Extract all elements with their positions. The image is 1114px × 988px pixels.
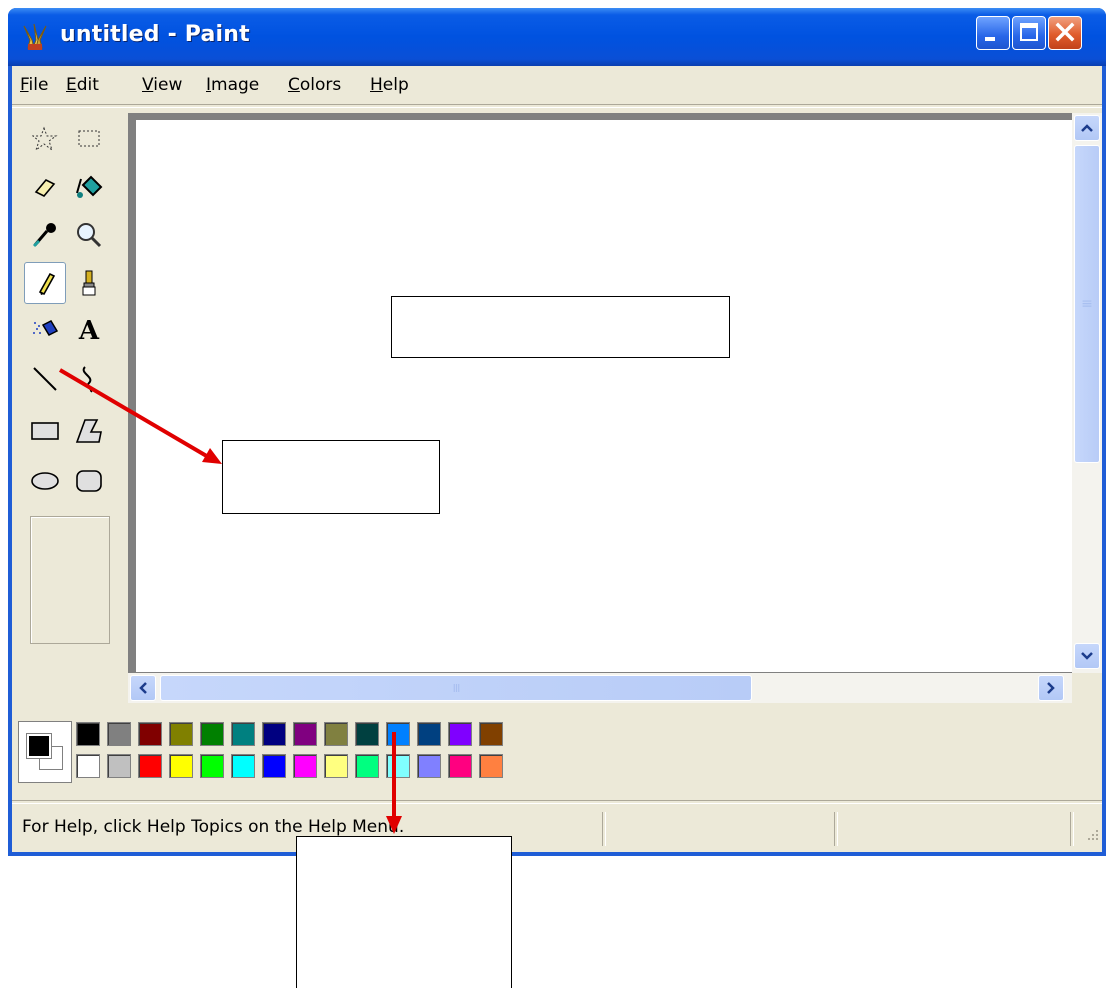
annotation-arrow-palette	[386, 732, 402, 834]
annotation-arrows	[58, 368, 402, 834]
annotation-arrow-toolbox	[58, 368, 222, 464]
